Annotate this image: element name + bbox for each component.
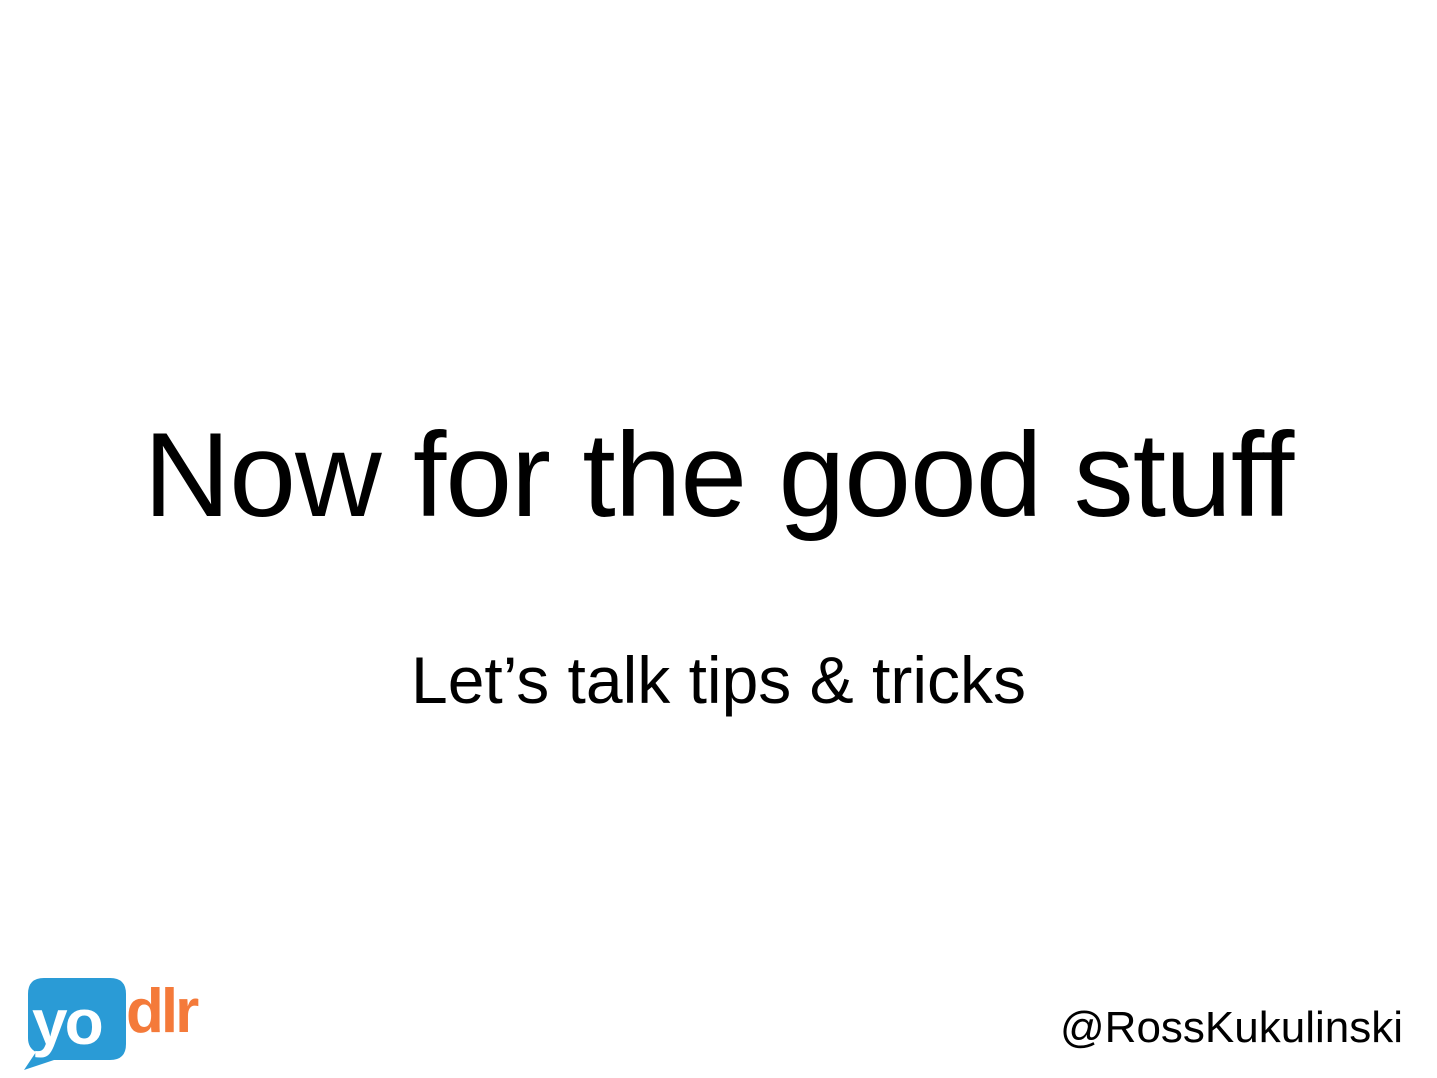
yodlr-logo-graphic: yo dlr <box>24 977 202 1070</box>
logo-text-dlr: dlr <box>126 977 199 1046</box>
slide-title: Now for the good stuff <box>143 408 1295 542</box>
slide-subtitle: Let’s talk tips & tricks <box>411 643 1026 717</box>
twitter-handle: @RossKukulinski <box>1060 1003 1403 1052</box>
logo-text-yo: yo <box>32 986 102 1058</box>
slide: Now for the good stuff Let’s talk tips &… <box>0 0 1437 1078</box>
yodlr-logo: yo dlr <box>14 972 224 1072</box>
